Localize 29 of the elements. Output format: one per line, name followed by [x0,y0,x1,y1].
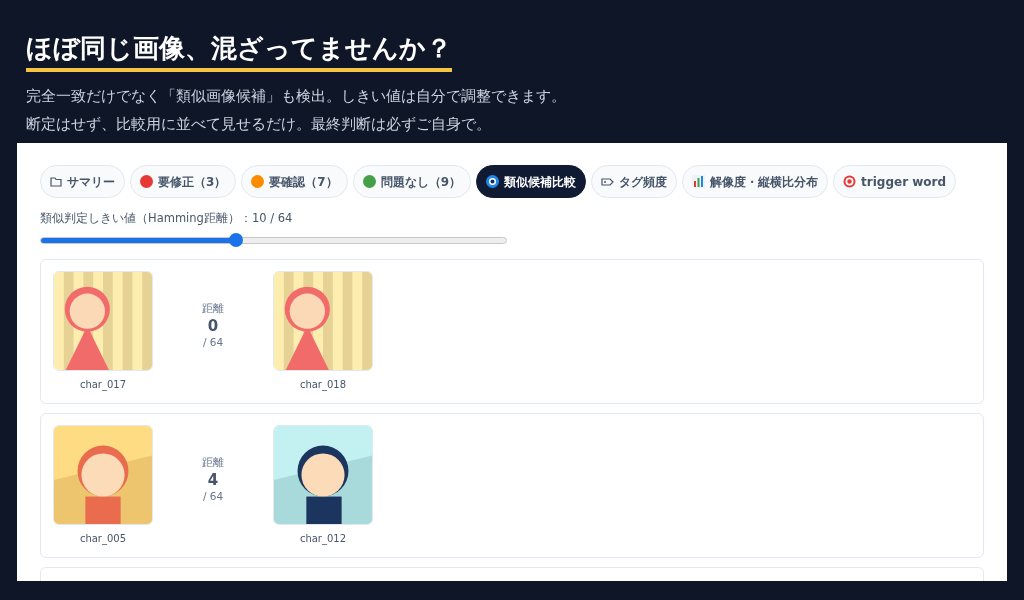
distance-label: 距離 [202,301,224,316]
image-name: char_018 [299,378,347,393]
target-icon [843,175,857,188]
tag-icon [601,176,615,187]
description-text: 断定はせず、比較用に並べて見せるだけ。最終判断は必ずご自身で。 [26,115,492,134]
threshold-label: 類似判定しきい値（Hamming距離）：10 / 64 [40,210,294,227]
tab[interactable]: 解像度・縦横比分布 [682,165,829,198]
image-name: char_012 [299,532,347,547]
distance-max: / 64 [202,334,224,350]
bar-chart-icon [692,175,706,188]
image-name: char_005 [79,532,127,547]
slider-thumb[interactable] [229,233,244,248]
tab[interactable]: trigger word [833,165,957,198]
tab[interactable]: タグ頻度 [591,165,678,198]
distance-value: 0 [207,316,219,335]
description-text: 完全一致だけでなく「類似画像候補」も検出。しきい値は自分で調整できます。 [26,87,567,106]
tab[interactable]: 問題なし（9） [352,165,472,198]
tab[interactable]: 類似候補比較 [476,165,587,198]
threshold-slider[interactable] [40,233,507,248]
distance-value: 4 [207,470,219,489]
folder-icon [50,176,62,187]
distance-max: / 64 [202,488,224,504]
tab[interactable]: 要確認（7） [241,165,348,198]
eye-icon [486,175,500,188]
image-name: char_017 [79,378,127,393]
distance-label: 距離 [202,455,224,470]
tab[interactable]: 要修正（3） [130,165,237,198]
page-title: ほぼ同じ画像、混ざってませんか？ [26,32,452,65]
tab[interactable]: サマリー [40,165,125,198]
